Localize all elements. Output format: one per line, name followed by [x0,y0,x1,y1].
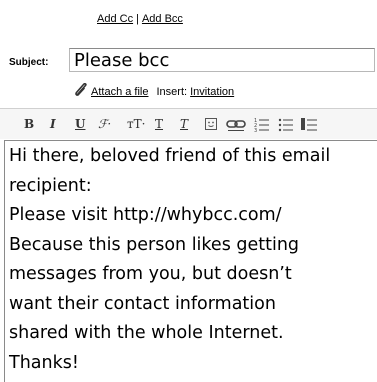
message-line: shared with the whole Internet. [9,323,284,343]
font-button[interactable]: ℱ· [98,115,111,133]
link-icon[interactable] [226,115,246,133]
attachment-row: Attach a file Insert: Invitation [74,82,234,100]
subject-label: Subject: [9,57,49,68]
paperclip-icon [74,82,88,100]
bold-button[interactable]: B [24,115,34,133]
insert-label: Insert: [156,86,188,98]
message-body-editor[interactable]: Hi there, beloved friend of this email r… [4,140,377,382]
message-line: Please visit http://whybcc.com/ [9,205,282,225]
message-line: Because this person likes getting [9,234,300,255]
italic-button[interactable]: I [50,115,56,133]
message-line: recipient: [9,175,92,196]
highlight-button[interactable]: T [180,115,188,133]
font-size-button[interactable]: тT· [127,115,145,133]
attach-file-link[interactable]: Attach a file [91,86,148,98]
add-bcc-link[interactable]: Add Bcc [142,13,183,25]
numbered-list-icon[interactable]: 123 [254,115,270,133]
underline-button[interactable]: U [75,115,85,133]
insert-invitation-link[interactable]: Invitation [190,86,234,98]
link-separator: | [136,13,139,25]
bulleted-list-icon[interactable] [278,115,294,133]
recipients-row: Add Cc | Add Bcc [97,13,183,25]
indent-icon[interactable] [301,115,317,133]
message-line: Hi there, beloved friend of this email [9,146,331,166]
text-color-button[interactable]: T [155,115,163,133]
message-line: want their contact information [9,293,276,314]
emoticon-icon[interactable] [205,115,217,133]
formatting-toolbar: B I U ℱ· тT· T T 123 [0,108,377,139]
svg-text:3: 3 [254,128,257,133]
add-cc-link[interactable]: Add Cc [97,13,133,25]
message-line: messages from you, but doesn’t [9,264,292,284]
message-line: Thanks! [9,352,79,373]
subject-input[interactable] [69,48,375,72]
